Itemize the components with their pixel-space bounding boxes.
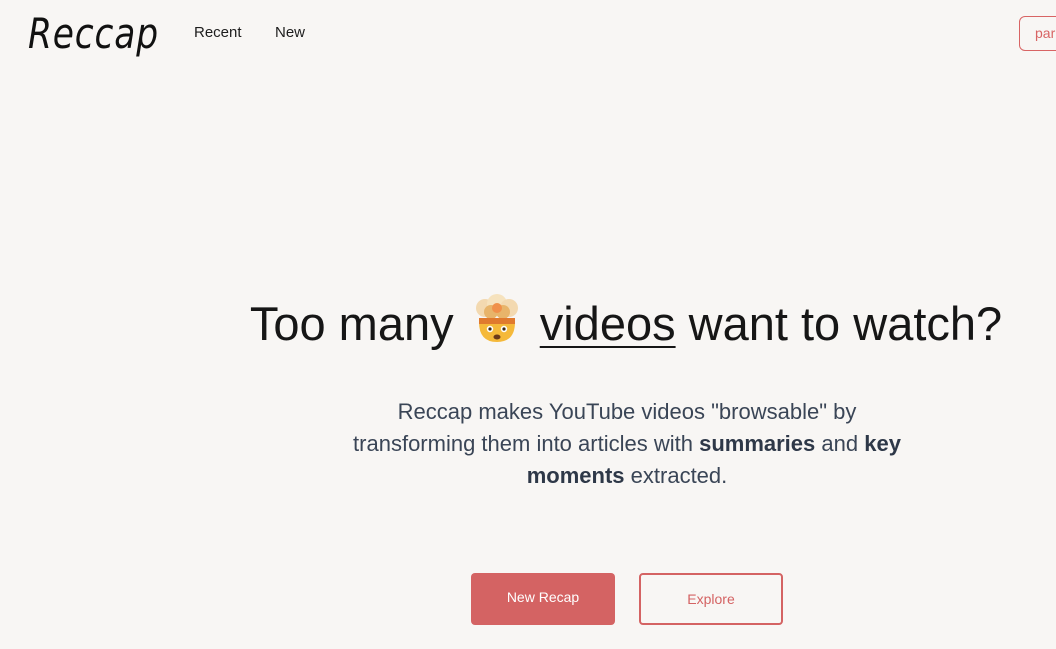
header-right-button[interactable]: par bbox=[1019, 16, 1056, 51]
hero-title-underlined: videos bbox=[539, 297, 676, 350]
new-recap-button[interactable]: New Recap bbox=[471, 573, 615, 625]
nav-link-recent[interactable]: Recent bbox=[194, 24, 242, 41]
hero-subtitle-bold1: summaries bbox=[699, 431, 816, 456]
hero-subtitle-part2: and bbox=[821, 431, 859, 456]
top-nav: Reccap Recent New par bbox=[0, 0, 1056, 70]
hero-subtitle-part3: extracted. bbox=[630, 463, 728, 488]
explore-button[interactable]: Explore bbox=[639, 573, 783, 625]
exploding-head-icon bbox=[471, 294, 523, 346]
nav-link-new[interactable]: New bbox=[275, 24, 305, 41]
hero-subtitle: Reccap makes YouTube videos "browsable" … bbox=[346, 396, 908, 492]
hero-title-part2: want to watch? bbox=[688, 297, 1003, 350]
logo[interactable]: Reccap bbox=[28, 10, 159, 58]
hero-title-part1: Too many bbox=[249, 297, 454, 350]
hero-title: Too many videos want to watch? bbox=[0, 292, 1056, 356]
